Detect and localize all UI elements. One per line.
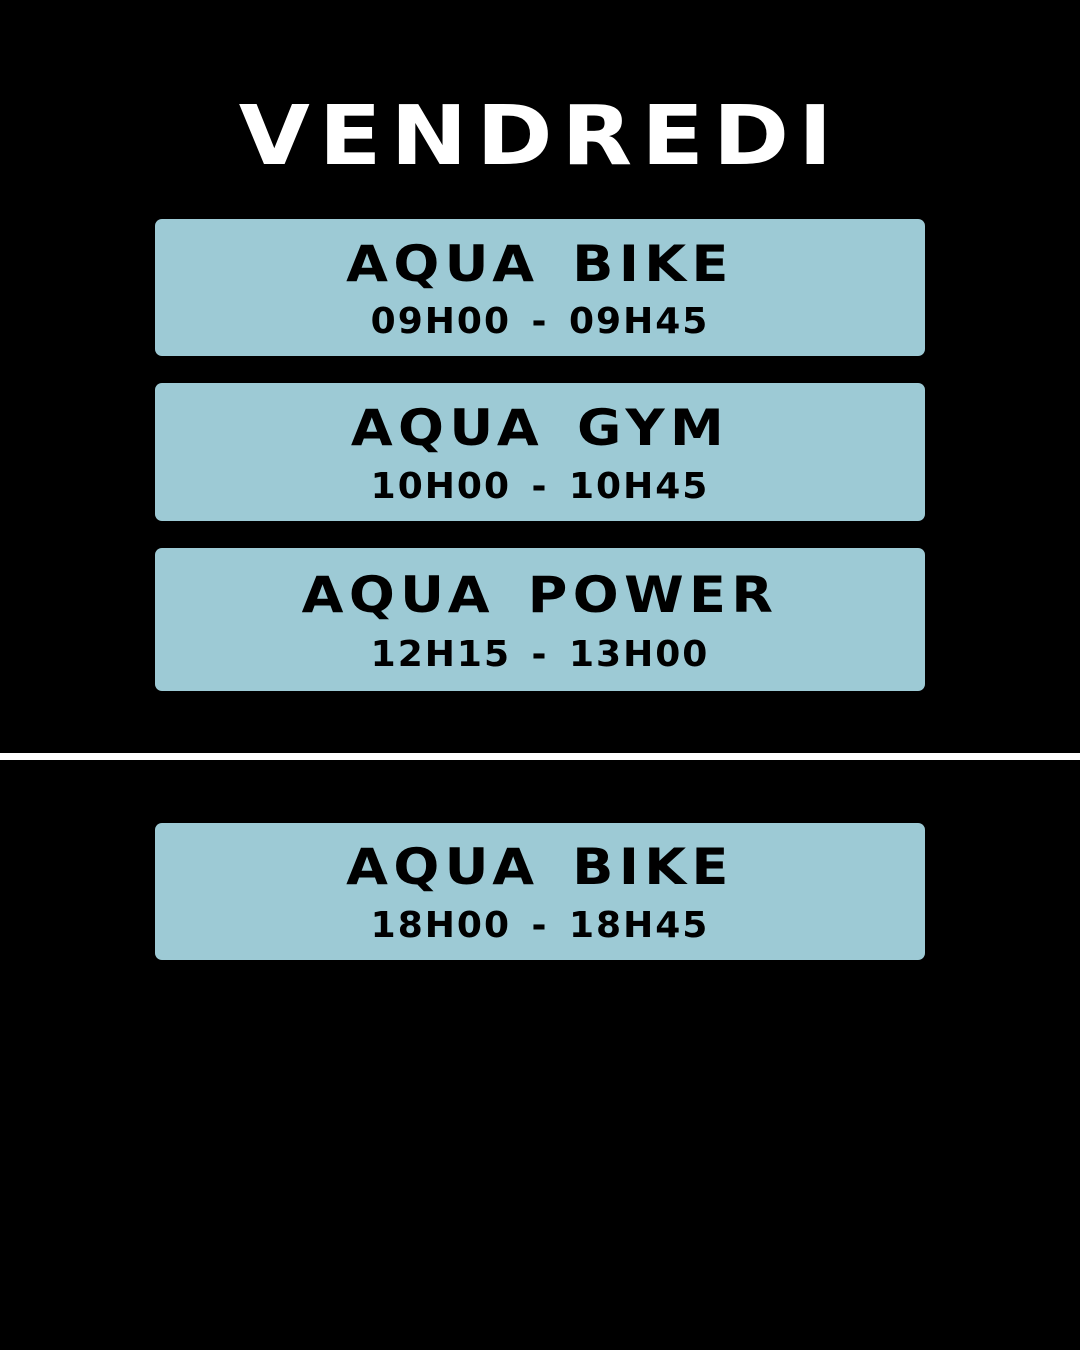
class-time: 09H00 - 09H45 [370, 301, 710, 342]
section-divider [0, 753, 1080, 760]
class-card-aqua-bike-evening: AQUA BIKE 18H00 - 18H45 [155, 823, 925, 960]
class-name: AQUA GYM [350, 399, 730, 457]
class-time: 12H15 - 13H00 [370, 634, 710, 675]
class-name: AQUA BIKE [346, 235, 734, 293]
class-time: 10H00 - 10H45 [370, 466, 710, 507]
day-title: VENDREDI [238, 89, 842, 184]
class-time: 18H00 - 18H45 [370, 905, 710, 946]
class-name: AQUA BIKE [346, 838, 734, 896]
class-card-aqua-power: AQUA POWER 12H15 - 13H00 [155, 548, 925, 691]
class-name: AQUA POWER [301, 566, 779, 624]
class-card-aqua-bike-morning: AQUA BIKE 09H00 - 09H45 [155, 219, 925, 356]
class-card-aqua-gym: AQUA GYM 10H00 - 10H45 [155, 383, 925, 521]
